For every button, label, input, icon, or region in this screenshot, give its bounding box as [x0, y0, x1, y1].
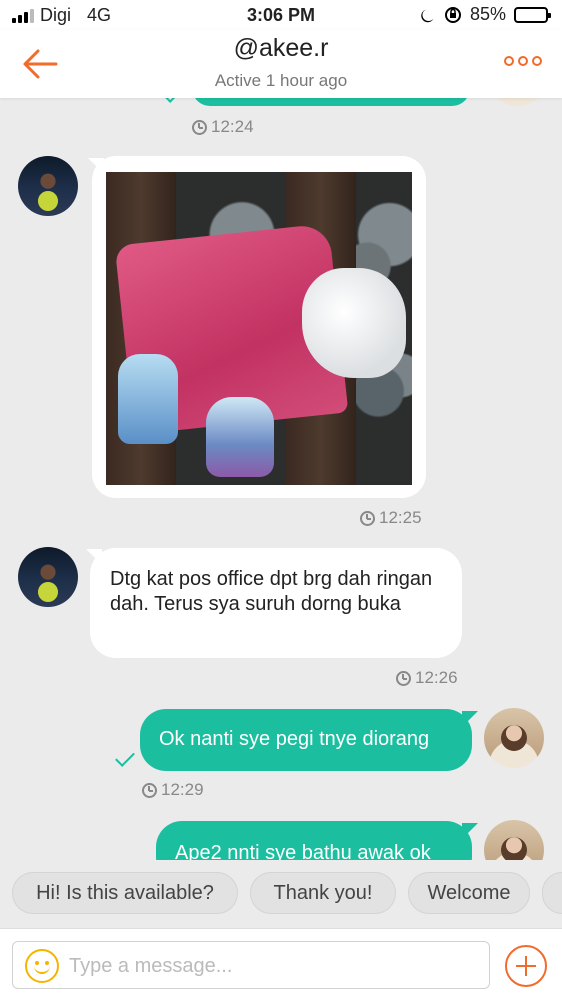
message-text: Ok nanti sye pegi tnye diorang: [159, 728, 430, 750]
more-button[interactable]: [504, 56, 542, 66]
sent-check-icon: [115, 747, 135, 767]
clock-icon: [142, 782, 157, 798]
message-bubble[interactable]: Ok nanti sye pegi tnye diorang: [140, 709, 472, 771]
quick-reply-chip[interactable]: Welcome: [408, 872, 530, 914]
message-bubble[interactable]: Dtg kat pos office dpt brg dah ringan da…: [90, 548, 462, 658]
battery-percent: 85%: [469, 4, 506, 24]
message-field[interactable]: [12, 941, 490, 989]
quick-reply-chip[interactable]: Hi! Is this available?: [12, 872, 238, 914]
chat-header: @akee.r Active 1 hour ago: [0, 30, 562, 98]
quick-replies: Hi! Is this available? Thank you! Welcom…: [0, 872, 562, 916]
my-avatar[interactable]: [488, 98, 548, 106]
shared-photo[interactable]: [106, 172, 412, 485]
quick-reply-chip-partial[interactable]: [542, 872, 562, 914]
battery-icon: [514, 6, 551, 23]
more-icon: [504, 56, 514, 66]
clock-icon: [396, 670, 411, 686]
message-text: Dtg kat pos office dpt brg dah ringan da…: [110, 568, 433, 615]
quick-reply-chip[interactable]: Thank you!: [250, 872, 396, 914]
status-right: 85%: [420, 4, 551, 25]
contact-avatar[interactable]: [18, 547, 78, 607]
sent-check-icon: [163, 98, 183, 103]
bubble-tail: [462, 711, 478, 727]
smiley-icon[interactable]: [25, 949, 59, 983]
my-avatar[interactable]: [484, 820, 544, 860]
message-composer: [0, 928, 562, 1000]
chat-thread[interactable]: 12:24 12:25 Dtg kat pos office dpt brg d…: [0, 98, 562, 860]
bubble-tail: [462, 823, 478, 839]
my-avatar[interactable]: [484, 708, 544, 768]
message-timestamp: 12:25: [360, 508, 422, 528]
active-status: Active 1 hour ago: [214, 71, 348, 90]
message-input[interactable]: [69, 950, 479, 982]
message-bubble[interactable]: [192, 98, 470, 106]
clock-icon: [192, 119, 207, 135]
message-text: Ape2 nnti sye bathu awak ok: [175, 842, 431, 860]
contact-avatar[interactable]: [18, 156, 78, 216]
status-bar: Digi 4G 3:06 PM 85%: [0, 0, 562, 30]
plus-icon[interactable]: [505, 945, 547, 987]
message-bubble[interactable]: Ape2 nnti sye bathu awak ok: [156, 821, 472, 860]
moon-icon: [421, 9, 434, 22]
message-timestamp: 12:29: [142, 780, 204, 800]
clock-icon: [360, 510, 375, 526]
chat-title: @akee.r: [233, 34, 329, 62]
orientation-lock-icon: [444, 6, 461, 23]
message-timestamp: 12:24: [192, 117, 254, 137]
message-timestamp: 12:26: [396, 668, 458, 688]
